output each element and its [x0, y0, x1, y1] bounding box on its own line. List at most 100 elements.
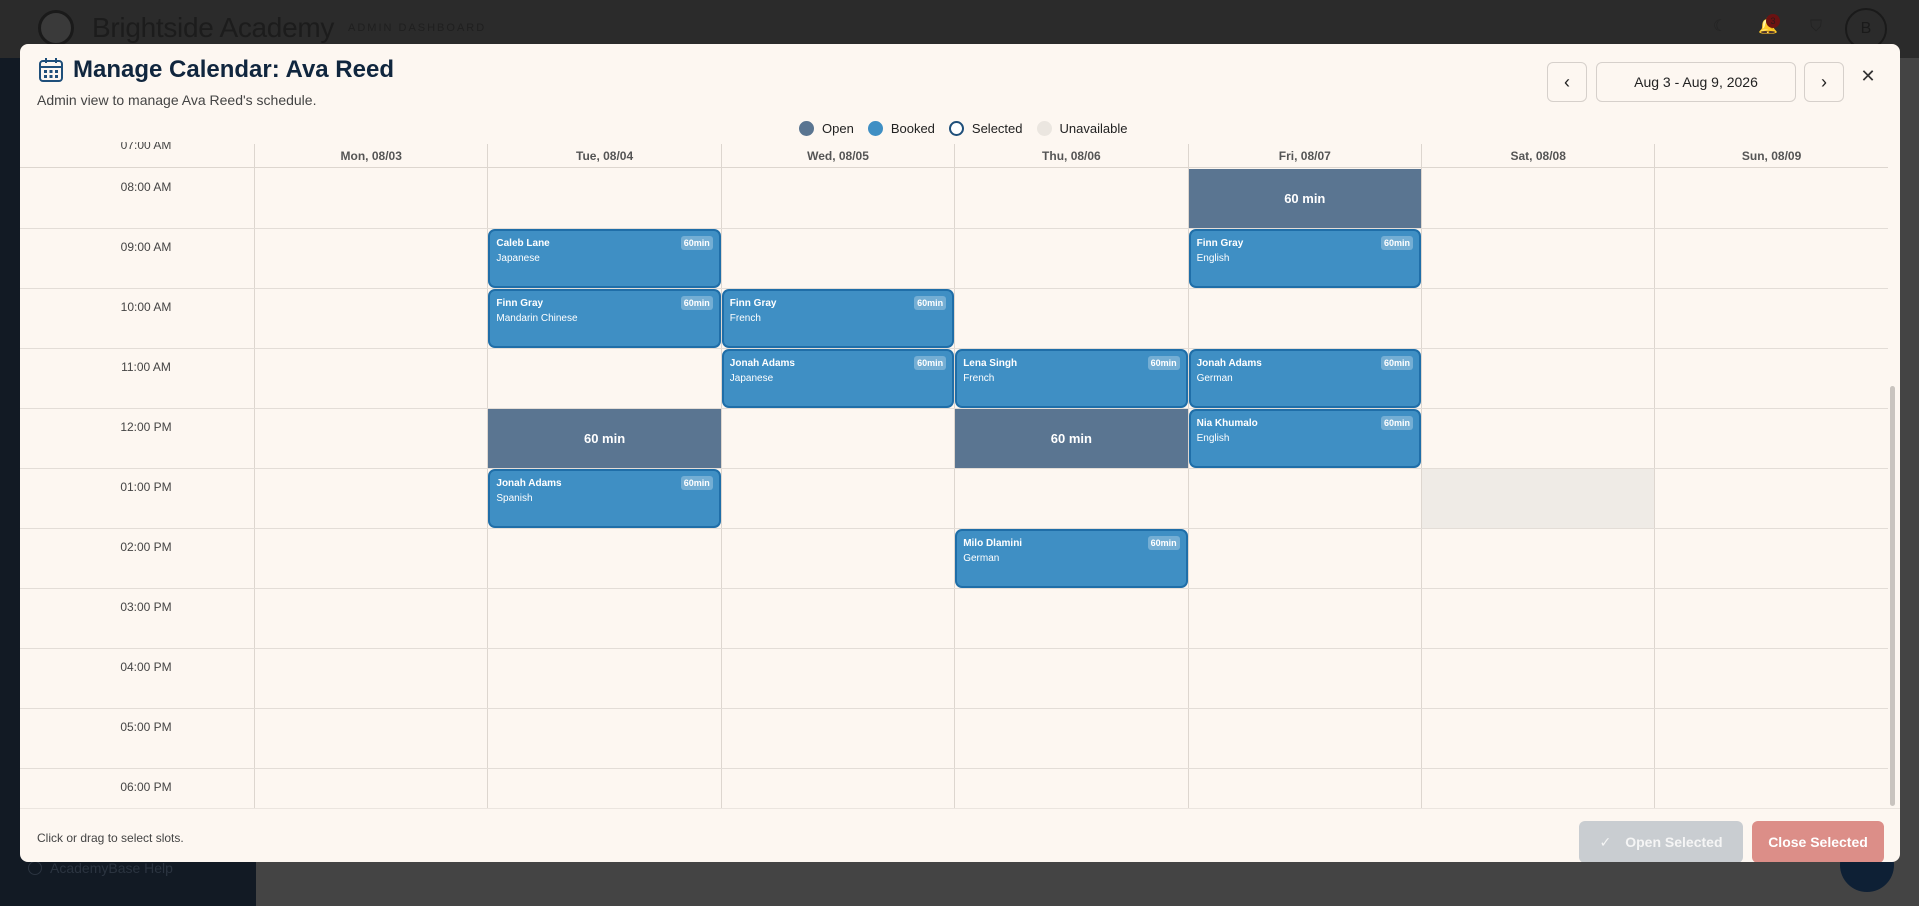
booked-subject: English [1196, 253, 1230, 264]
legend-selected-label: Selected [971, 120, 1023, 136]
row-divider [20, 348, 1888, 349]
chevron-right-icon: › [1821, 72, 1827, 92]
booked-student-name: Jonah Adams [729, 358, 795, 369]
booked-subject: French [729, 313, 761, 324]
prev-week-button[interactable]: ‹ [1547, 62, 1587, 102]
booked-subject: French [963, 373, 995, 384]
duration-badge: 60min [680, 476, 713, 490]
time-label: 12:00 PM [120, 420, 172, 434]
open-slot[interactable]: 60 min [1188, 169, 1421, 228]
moon-icon[interactable]: ☾ [1711, 18, 1729, 36]
day-header: Wed, 08/05 [720, 144, 954, 166]
manage-calendar-modal: Manage Calendar: Ava Reed Admin view to … [20, 44, 1900, 862]
booked-subject: Mandarin Chinese [496, 313, 578, 324]
time-label: 10:00 AM [120, 300, 172, 314]
booked-slot[interactable]: Nia Khumalo English 60min [1188, 409, 1421, 468]
unavailable-slot [1422, 469, 1655, 528]
open-slot[interactable]: 60 min [955, 409, 1188, 468]
time-label: 03:00 PM [120, 600, 172, 614]
modal-subtitle: Admin view to manage Ava Reed's schedule… [37, 92, 317, 108]
time-label: 01:00 PM [120, 480, 172, 494]
legend-open-label: Open [822, 120, 854, 136]
chevron-left-icon: ‹ [1564, 72, 1570, 92]
duration-badge: 60min [680, 236, 713, 250]
help-link[interactable]: AcademyBase Help [28, 860, 173, 876]
booked-student-name: Lena Singh [963, 358, 1018, 369]
calendar-icon [39, 58, 63, 82]
legend-booked-label: Booked [890, 120, 935, 136]
duration-badge: 60min [1147, 536, 1180, 550]
legend-unavailable-label: Unavailable [1059, 120, 1128, 136]
legend-unavailable-swatch [1036, 120, 1052, 136]
legend-open-swatch [799, 120, 814, 136]
day-header: Fri, 08/07 [1187, 144, 1421, 166]
booked-student-name: Nia Khumalo [1196, 418, 1258, 429]
day-header: Tue, 08/04 [487, 144, 720, 166]
booked-subject: English [1196, 433, 1230, 444]
booked-slot[interactable]: Jonah Adams Japanese 60min [721, 349, 955, 408]
legend: Open Booked Selected Unavailable [799, 119, 1141, 137]
booked-slot[interactable]: Finn Gray French 60min [721, 289, 955, 348]
duration-badge: 60min [914, 356, 947, 370]
calendar-grid[interactable]: Mon, 08/03 Tue, 08/04 Wed, 08/05 Thu, 08/06… [20, 142, 1888, 808]
booked-student-name: Finn Gray [496, 298, 544, 309]
notification-badge: 3 [1766, 14, 1780, 28]
legend-booked-swatch [867, 120, 883, 136]
booked-student-name: Jonah Adams [496, 478, 562, 489]
booked-subject: Japanese [729, 373, 774, 384]
help-icon [28, 861, 42, 875]
duration-badge: 60min [914, 296, 947, 310]
open-selected-button[interactable]: ✓ Open Selected [1579, 821, 1743, 862]
scroll-thumb[interactable] [1890, 386, 1895, 806]
calendar-scrollbar[interactable] [1890, 146, 1896, 806]
open-slot[interactable]: 60 min [488, 409, 721, 468]
booked-slot[interactable]: Lena Singh French 60min [955, 349, 1188, 408]
next-week-button[interactable]: › [1804, 62, 1844, 102]
booked-slot[interactable]: Jonah Adams German 60min [1188, 349, 1421, 408]
row-divider [20, 648, 1888, 649]
row-divider [20, 708, 1888, 709]
check-icon: ✓ [1599, 834, 1612, 850]
time-label: 02:00 PM [120, 540, 172, 554]
booked-slot[interactable]: Milo Dlamini German 60min [955, 529, 1188, 588]
date-range-display[interactable]: Aug 3 - Aug 9, 2026 [1596, 62, 1796, 102]
time-label: 09:00 AM [120, 240, 172, 254]
booked-slot[interactable]: Finn Gray English 60min [1188, 229, 1421, 288]
duration-badge: 60min [680, 296, 713, 310]
booked-slot[interactable]: Jonah Adams Spanish 60min [488, 469, 721, 528]
booked-student-name: Jonah Adams [1196, 358, 1262, 369]
shield-icon[interactable]: ⛉ [1807, 18, 1825, 36]
time-label: 06:00 PM [120, 780, 172, 794]
duration-badge: 60min [1147, 356, 1180, 370]
booked-subject: Spanish [496, 493, 533, 504]
time-label: 08:00 AM [120, 180, 172, 194]
brand-logo-icon [38, 10, 74, 46]
time-label: 11:00 AM [121, 360, 171, 374]
time-label: 05:00 PM [120, 720, 172, 734]
booked-student-name: Caleb Lane [496, 238, 550, 249]
modal-footer: Click or drag to select slots. ✓ Open Sel… [20, 808, 1900, 862]
booked-subject: German [963, 553, 1000, 564]
booked-subject: Japanese [496, 253, 540, 264]
booked-slot[interactable]: Caleb Lane Japanese 60min [488, 229, 721, 288]
row-divider [20, 408, 1888, 409]
booked-student-name: Finn Gray [729, 298, 777, 309]
booked-student-name: Finn Gray [1196, 238, 1244, 249]
close-modal-button[interactable]: ✕ [1858, 66, 1878, 86]
legend-booked: Booked [867, 120, 935, 136]
brand-subtitle: ADMIN DASHBOARD [348, 22, 487, 34]
row-divider [20, 228, 1888, 229]
legend-selected-swatch [948, 120, 964, 136]
row-divider [20, 528, 1888, 529]
help-link-label: AcademyBase Help [50, 860, 173, 876]
close-selected-button[interactable]: Close Selected [1752, 821, 1884, 862]
booked-slot[interactable]: Finn Gray Mandarin Chinese 60min [488, 289, 721, 348]
open-selected-label: Open Selected [1625, 834, 1723, 850]
time-label: 04:00 PM [120, 660, 172, 674]
footer-hint: Click or drag to select slots. [37, 831, 184, 845]
legend-selected: Selected [948, 120, 1023, 136]
duration-badge: 60min [1380, 416, 1413, 430]
brand-name: Brightside Academy [92, 12, 335, 43]
time-label: 07:00 AM [120, 142, 172, 152]
modal-title: Manage Calendar: Ava Reed [73, 56, 394, 83]
